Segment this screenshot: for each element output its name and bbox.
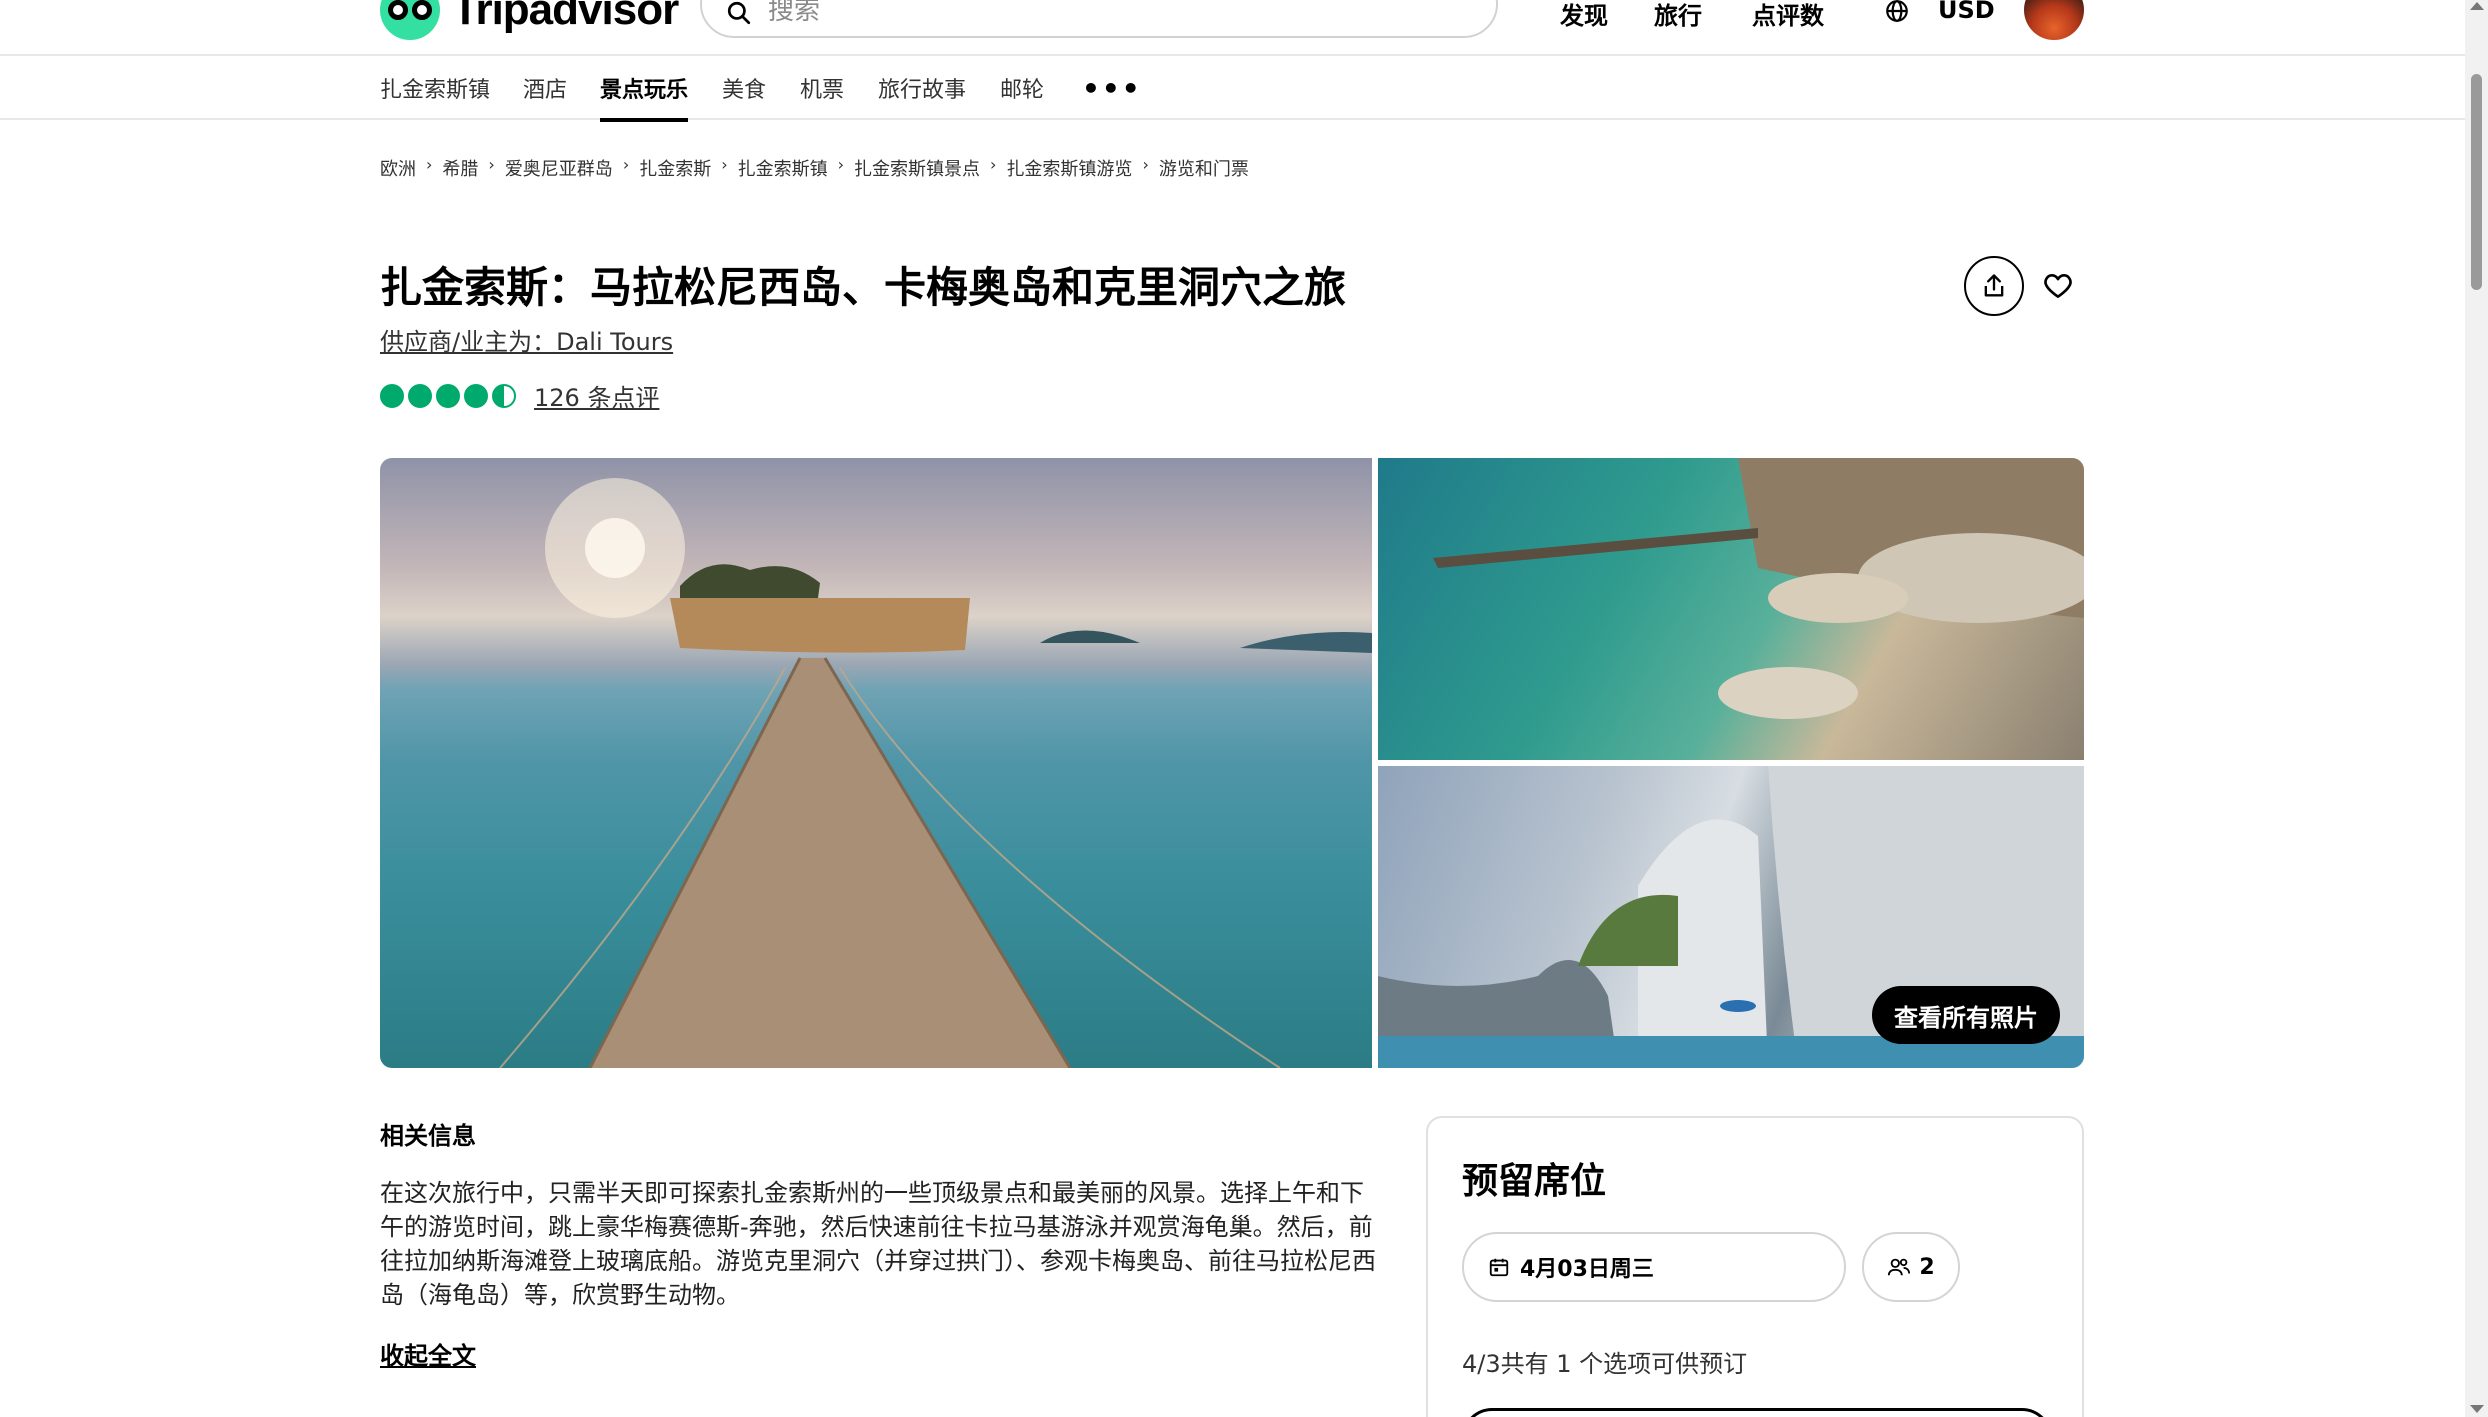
chevron-right-icon: › <box>837 155 845 174</box>
breadcrumb: 欧洲 › 希腊 › 爱奥尼亚群岛 › 扎金索斯 › 扎金索斯镇 › 扎金索斯镇景点 › 扎金… <box>380 155 1249 181</box>
chevron-right-icon: › <box>721 155 728 174</box>
people-icon <box>1888 1258 1911 1276</box>
photo-gallery: 查看所有照片 <box>380 458 2084 1068</box>
breadcrumb-item[interactable]: 扎金索斯镇景点 <box>854 155 980 181</box>
logo-text: Tripadvisor <box>452 0 679 34</box>
page-scrollbar[interactable] <box>2465 0 2488 1417</box>
date-value: 4月03日周三 <box>1520 1257 1654 1282</box>
availability-text: 4/3共有 1 个选项可供预订 <box>1462 1350 1748 1378</box>
cafe-scene-image <box>1433 458 2084 719</box>
see-all-photos-button[interactable]: 查看所有照片 <box>1872 986 2060 1044</box>
search-input[interactable] <box>768 0 1368 26</box>
page-title: 扎金索斯：马拉松尼西岛、卡梅奥岛和克里洞穴之旅 <box>380 263 1347 312</box>
nav-trips[interactable]: 旅行 <box>1654 0 1702 31</box>
rating-bubble-full <box>408 383 432 408</box>
main-photo-cameo-bridge[interactable] <box>380 458 1372 1068</box>
chevron-right-icon: › <box>1142 155 1149 174</box>
chevron-right-icon: › <box>426 155 433 174</box>
nav-discover[interactable]: 发现 <box>1560 0 1608 31</box>
breadcrumb-item[interactable]: 欧洲 <box>380 155 416 181</box>
currency-selector[interactable]: USD <box>1938 0 1995 24</box>
breadcrumb-item[interactable]: 希腊 <box>442 155 478 181</box>
date-picker[interactable]: 4月03日周三 <box>1462 1232 1846 1302</box>
chevron-right-icon: › <box>488 155 495 174</box>
breadcrumb-item[interactable]: 爱奥尼亚群岛 <box>505 155 613 181</box>
sub-nav: 扎金索斯镇 酒店 景点玩乐 美食 机票 旅行故事 邮轮 ••• <box>0 58 2465 122</box>
about-description: 在这次旅行中，只需半天即可探索扎金索斯州的一些顶级景点和最美丽的风景。选择上午和… <box>380 1179 1376 1309</box>
travelers-picker[interactable]: 2 <box>1862 1232 1960 1302</box>
user-avatar[interactable] <box>2024 0 2084 40</box>
share-button[interactable] <box>1964 256 2024 316</box>
breadcrumb-item[interactable]: 扎金索斯 <box>639 155 711 181</box>
collapse-text-link[interactable]: 收起全文 <box>380 1336 476 1371</box>
owl-logo-icon <box>380 0 440 40</box>
rating-bubble-full <box>380 383 404 408</box>
booking-card: 预留席位 4月03日周三 2 4/3共有 1 个选项可供预订 <box>1426 1116 2084 1417</box>
breadcrumb-item[interactable]: 游览和门票 <box>1159 155 1249 181</box>
review-count-link[interactable]: 126 条点评 <box>534 378 659 413</box>
scrollbar-thumb[interactable] <box>2471 74 2482 290</box>
tab-hotels[interactable]: 酒店 <box>523 72 567 118</box>
scroll-up-arrow-icon[interactable] <box>2470 2 2484 10</box>
photo-keri-caves[interactable]: 查看所有照片 <box>1378 766 2084 1068</box>
tab-town[interactable]: 扎金索斯镇 <box>380 72 490 118</box>
heart-icon <box>2044 274 2072 298</box>
nav-reviews[interactable]: 点评数 <box>1752 0 1824 31</box>
top-header: Tripadvisor 发现 旅行 点评数 USD <box>0 0 2465 56</box>
photo-cameo-island-cafe[interactable] <box>1378 458 2084 760</box>
rating-bubble-full <box>464 383 488 408</box>
tab-restaurants[interactable]: 美食 <box>722 72 766 118</box>
travelers-count: 2 <box>1919 1254 1935 1280</box>
globe-icon[interactable] <box>1884 0 1910 24</box>
about-heading: 相关信息 <box>380 1122 476 1150</box>
tab-things-to-do[interactable]: 景点玩乐 <box>600 72 689 122</box>
chevron-right-icon: › <box>622 155 630 174</box>
tripadvisor-logo[interactable]: Tripadvisor <box>380 0 679 40</box>
tab-flights[interactable]: 机票 <box>800 72 844 118</box>
bridge-scene-image <box>499 478 1372 1068</box>
chevron-right-icon: › <box>990 155 997 174</box>
save-heart-button[interactable] <box>2038 266 2078 306</box>
tab-cruises[interactable]: 邮轮 <box>1000 72 1044 118</box>
tab-travel-stories[interactable]: 旅行故事 <box>878 72 966 118</box>
breadcrumb-item[interactable]: 扎金索斯镇游览 <box>1006 155 1132 181</box>
breadcrumb-item[interactable]: 扎金索斯镇 <box>738 155 828 181</box>
more-menu-icon[interactable]: ••• <box>1082 72 1142 105</box>
rating-bubble-half <box>492 383 516 408</box>
scroll-down-arrow-icon[interactable] <box>2470 1405 2484 1413</box>
booking-option-button[interactable] <box>1462 1408 2052 1417</box>
search-icon <box>727 1 751 25</box>
booking-title: 预留席位 <box>1462 1161 1607 1202</box>
rating-bubble-full <box>436 383 460 408</box>
provider-link[interactable]: 供应商/业主为：Dali Tours <box>380 322 673 357</box>
calendar-icon <box>1489 1258 1509 1277</box>
search-box[interactable] <box>700 0 1498 38</box>
share-icon <box>1984 274 2004 297</box>
rating-bubbles[interactable]: 126 条点评 <box>380 378 659 413</box>
